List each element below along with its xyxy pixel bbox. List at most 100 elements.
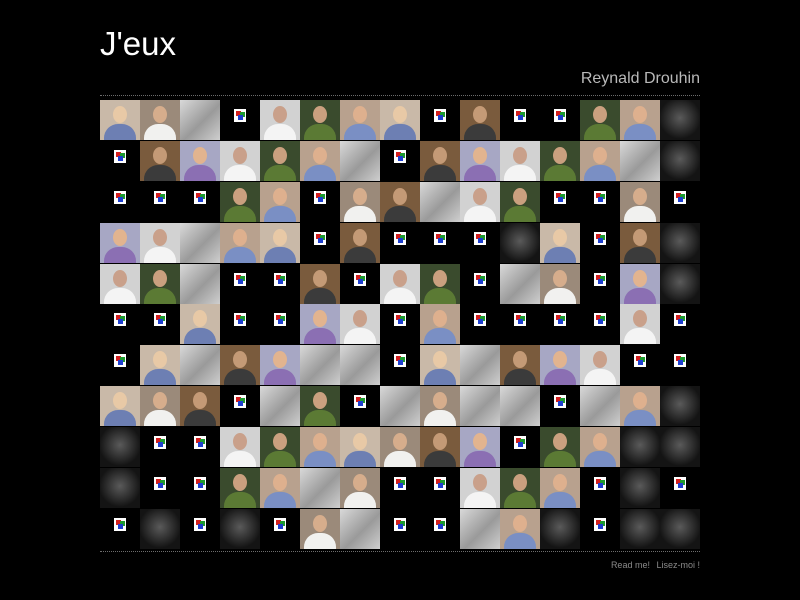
portrait-tile (620, 263, 660, 304)
broken-image-icon (100, 345, 140, 386)
portrait-tile (420, 386, 460, 427)
broken-image-icon (580, 181, 620, 222)
portrait-tile (300, 304, 340, 345)
portrait-tile (220, 427, 260, 468)
dark-blurred-tile (100, 468, 140, 509)
portrait-tile (580, 100, 620, 140)
portrait-tile (620, 386, 660, 427)
broken-image-icon (380, 140, 420, 181)
portrait-tile (420, 304, 460, 345)
blurred-tile (420, 181, 460, 222)
broken-image-icon (540, 386, 580, 427)
broken-image-icon (580, 508, 620, 549)
portrait-tile (620, 181, 660, 222)
dark-blurred-tile (660, 386, 700, 427)
portrait-tile (620, 222, 660, 263)
portrait-tile (300, 263, 340, 304)
portrait-tile (380, 427, 420, 468)
portrait-tile (500, 140, 540, 181)
broken-image-icon (140, 427, 180, 468)
portrait-tile (460, 140, 500, 181)
portrait-tile (260, 345, 300, 386)
dark-blurred-tile (500, 222, 540, 263)
dark-blurred-tile (660, 508, 700, 549)
portrait-tile (220, 468, 260, 509)
broken-image-icon (340, 263, 380, 304)
blurred-tile (180, 263, 220, 304)
broken-image-icon (500, 304, 540, 345)
blurred-tile (500, 386, 540, 427)
broken-image-icon (580, 263, 620, 304)
broken-image-icon (100, 140, 140, 181)
broken-image-icon (140, 304, 180, 345)
broken-image-icon (500, 100, 540, 140)
portrait-tile (220, 345, 260, 386)
blurred-tile (580, 386, 620, 427)
portrait-tile (340, 222, 380, 263)
portrait-tile (340, 100, 380, 140)
portrait-tile (260, 140, 300, 181)
blurred-tile (460, 345, 500, 386)
portrait-tile (140, 140, 180, 181)
portrait-tile (580, 140, 620, 181)
blurred-tile (380, 386, 420, 427)
dark-blurred-tile (620, 427, 660, 468)
portrait-tile (220, 181, 260, 222)
portrait-tile (380, 100, 420, 140)
portrait-tile (620, 304, 660, 345)
broken-image-icon (180, 181, 220, 222)
broken-image-icon (100, 508, 140, 549)
portrait-tile (260, 468, 300, 509)
dark-blurred-tile (620, 508, 660, 549)
portrait-tile (580, 345, 620, 386)
portrait-tile (460, 100, 500, 140)
dark-blurred-tile (540, 508, 580, 549)
portrait-tile (300, 140, 340, 181)
portrait-tile (500, 181, 540, 222)
bottom-divider (100, 551, 700, 552)
portrait-tile (580, 427, 620, 468)
broken-image-icon (660, 304, 700, 345)
blurred-tile (300, 468, 340, 509)
portrait-tile (540, 222, 580, 263)
footer-links: Read me! Lisez-moi ! (607, 560, 700, 570)
broken-image-icon (260, 508, 300, 549)
broken-image-icon (300, 181, 340, 222)
portrait-tile (300, 508, 340, 549)
broken-image-icon (660, 468, 700, 509)
portrait-tile (140, 345, 180, 386)
blurred-tile (180, 100, 220, 140)
broken-image-icon (460, 263, 500, 304)
blurred-tile (180, 345, 220, 386)
portrait-tile (460, 181, 500, 222)
portrait-tile (500, 508, 540, 549)
broken-image-icon (620, 345, 660, 386)
blurred-tile (460, 508, 500, 549)
portrait-tile (380, 181, 420, 222)
blurred-tile (300, 345, 340, 386)
portrait-tile (380, 263, 420, 304)
portrait-tile (460, 427, 500, 468)
broken-image-icon (420, 508, 460, 549)
portrait-tile (100, 386, 140, 427)
portrait-tile (140, 386, 180, 427)
portrait-tile (180, 304, 220, 345)
dark-blurred-tile (660, 427, 700, 468)
portrait-tile (300, 386, 340, 427)
dark-blurred-tile (660, 263, 700, 304)
portrait-tile (540, 263, 580, 304)
portrait-mosaic (100, 100, 700, 549)
lisez-moi-link[interactable]: Lisez-moi ! (656, 560, 700, 570)
portrait-tile (420, 263, 460, 304)
portrait-tile (260, 427, 300, 468)
portrait-tile (620, 100, 660, 140)
dark-blurred-tile (220, 508, 260, 549)
blurred-tile (340, 140, 380, 181)
read-me-link[interactable]: Read me! (611, 560, 650, 570)
broken-image-icon (580, 304, 620, 345)
blurred-tile (340, 508, 380, 549)
blurred-tile (180, 222, 220, 263)
dark-blurred-tile (140, 508, 180, 549)
portrait-tile (300, 427, 340, 468)
broken-image-icon (220, 304, 260, 345)
